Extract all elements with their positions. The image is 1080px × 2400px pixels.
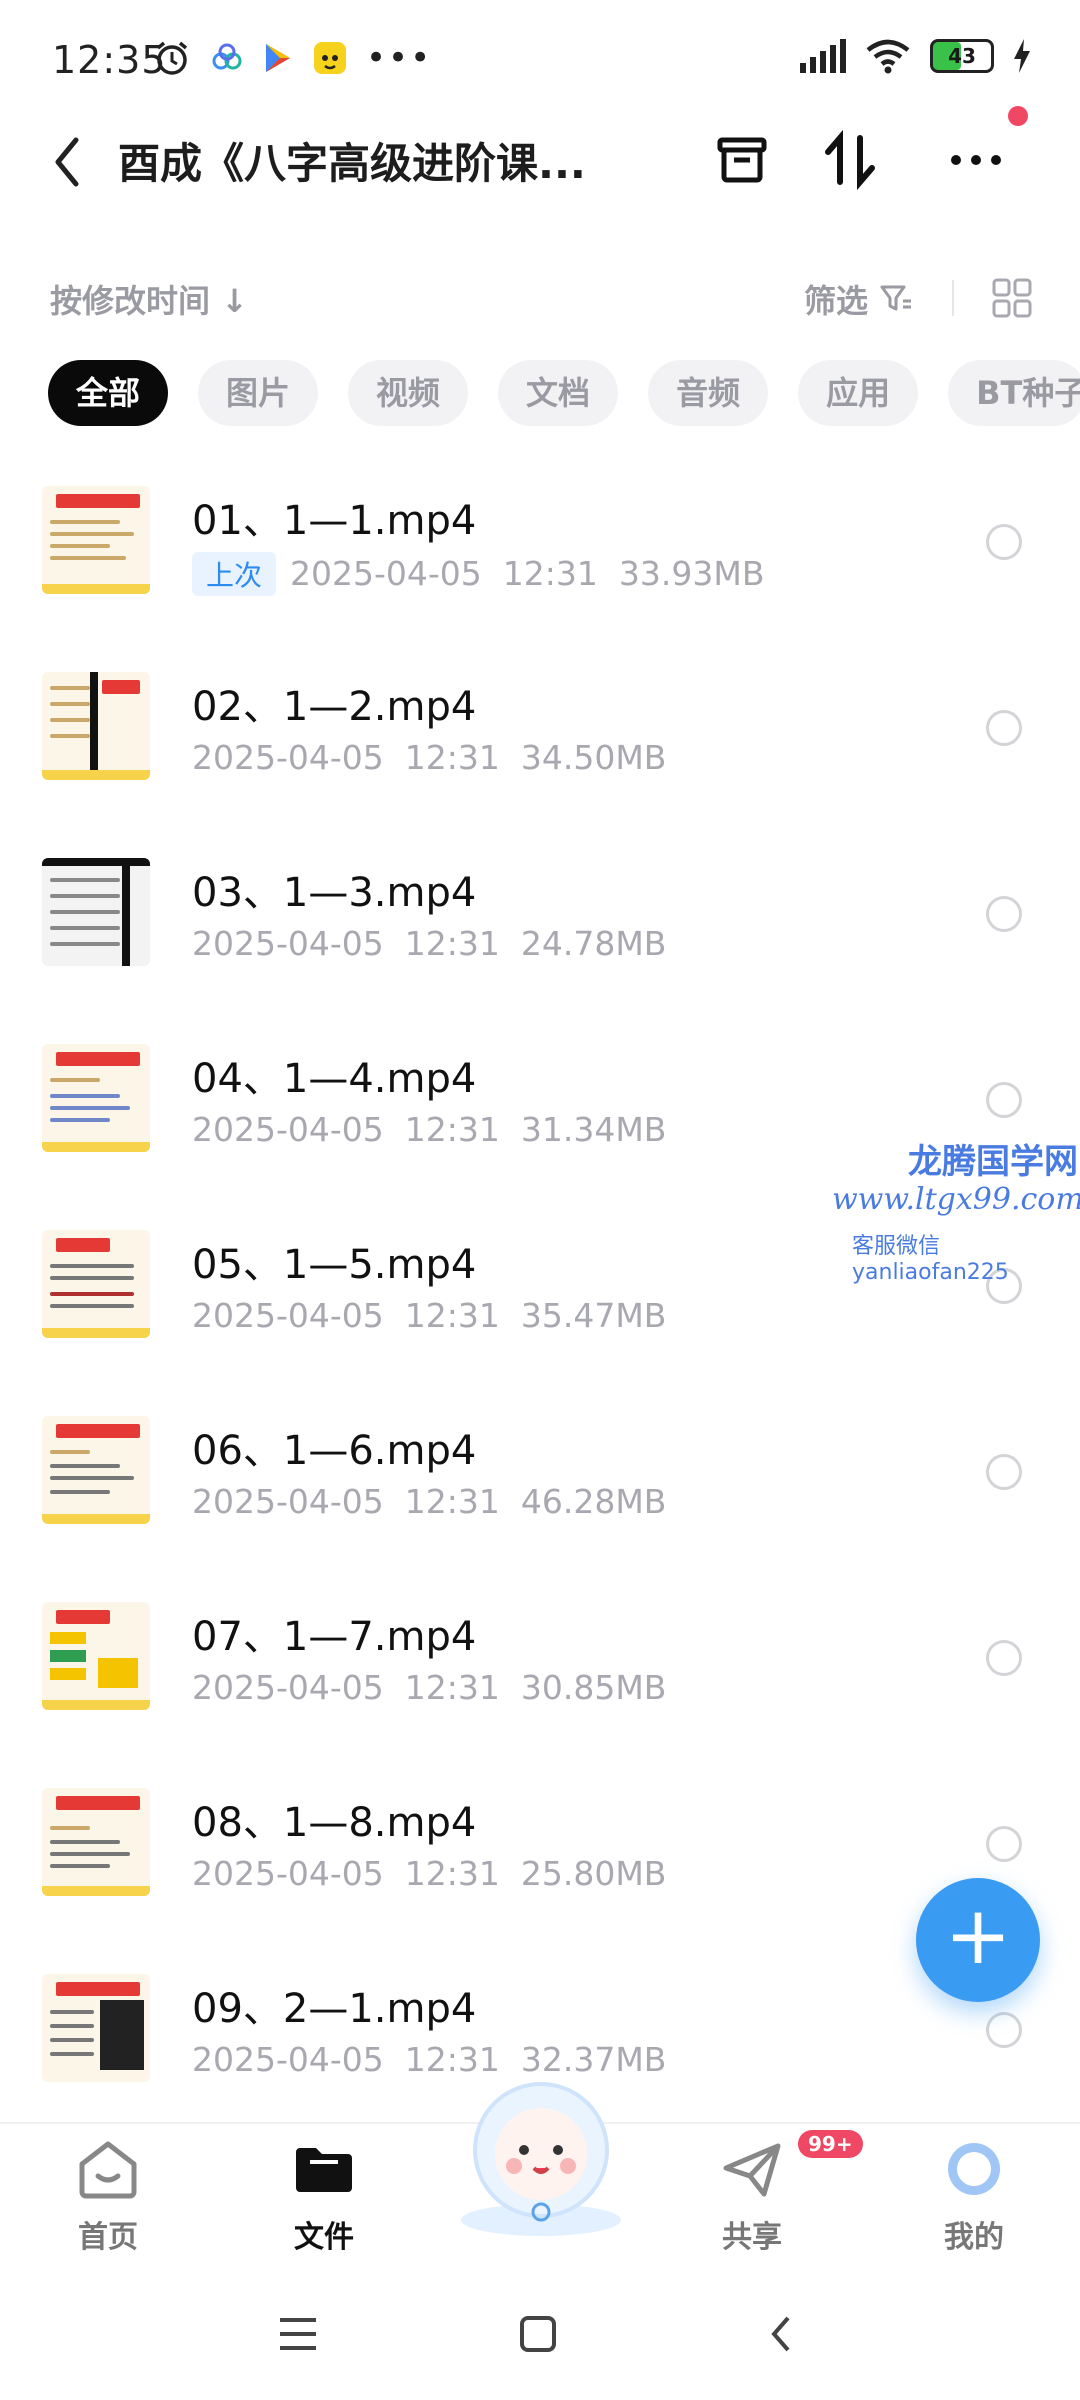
last-played-tag: 上次 bbox=[192, 552, 277, 596]
select-radio[interactable] bbox=[986, 710, 1022, 746]
status-notification-icons: ••• bbox=[152, 36, 432, 80]
file-meta: 2025-04-05 12:31 34.50MB bbox=[192, 738, 667, 777]
file-meta: 2025-04-05 12:31 30.85MB bbox=[192, 1668, 667, 1707]
nav-share[interactable]: 99+ 共享 bbox=[682, 2130, 863, 2256]
video-thumbnail bbox=[42, 1602, 150, 1710]
play-store-icon bbox=[266, 44, 290, 72]
video-thumbnail bbox=[42, 1974, 150, 2082]
alarm-icon bbox=[156, 41, 188, 75]
signal-icon bbox=[800, 39, 846, 73]
category-tabs: 全部 图片 视频 文档 音频 应用 BT种子 bbox=[48, 360, 1080, 426]
filter-button[interactable]: 筛选 bbox=[804, 276, 914, 322]
tab-all[interactable]: 全部 bbox=[48, 360, 169, 426]
video-thumbnail bbox=[42, 1416, 150, 1524]
grid-view-icon[interactable] bbox=[990, 276, 1034, 320]
send-plane-icon bbox=[723, 2143, 781, 2197]
nav-home[interactable]: 首页 bbox=[38, 2138, 178, 2256]
select-radio[interactable] bbox=[986, 1082, 1022, 1118]
file-meta: 2025-04-05 12:31 46.28MB bbox=[192, 1482, 667, 1521]
file-name: 03、1—3.mp4 bbox=[192, 870, 477, 916]
add-button[interactable]: + bbox=[916, 1878, 1040, 2002]
watermark-site-name: 龙腾国学网 bbox=[908, 1142, 1078, 1182]
nav-files-label: 文件 bbox=[294, 2220, 354, 2255]
list-item[interactable]: 07、1—7.mp4 2025-04-05 12:31 30.85MB bbox=[0, 1584, 1080, 1770]
avatar-icon bbox=[948, 2143, 1000, 2195]
file-name: 08、1—8.mp4 bbox=[192, 1800, 477, 1846]
list-item[interactable]: 01、1—1.mp4 上次 2025-04-05 12:31 33.93MB bbox=[0, 468, 1080, 654]
mascot-astronaut-icon[interactable] bbox=[446, 2072, 636, 2240]
charging-icon bbox=[1014, 39, 1030, 73]
more-menu-icon[interactable] bbox=[944, 128, 1008, 192]
status-bar: 12:35 ••• 43 bbox=[0, 0, 1080, 130]
nav-files[interactable]: 文件 bbox=[254, 2138, 394, 2256]
file-meta: 2025-04-05 12:31 31.34MB bbox=[192, 1110, 667, 1149]
tab-audio[interactable]: 音频 bbox=[648, 360, 769, 426]
nav-profile-label: 我的 bbox=[944, 2220, 1004, 2255]
status-time: 12:35 bbox=[52, 38, 167, 82]
home-button-icon[interactable] bbox=[518, 2314, 558, 2354]
video-thumbnail bbox=[42, 1230, 150, 1338]
filter-label: 筛选 bbox=[804, 282, 869, 320]
list-item[interactable]: 02、1—2.mp4 2025-04-05 12:31 34.50MB bbox=[0, 654, 1080, 840]
video-thumbnail bbox=[42, 486, 150, 594]
home-icon bbox=[79, 2141, 137, 2199]
wifi-icon bbox=[866, 39, 910, 74]
battery-indicator: 43 bbox=[930, 39, 994, 73]
video-thumbnail bbox=[42, 672, 150, 780]
yellow-app-icon bbox=[314, 42, 346, 74]
select-radio[interactable] bbox=[986, 896, 1022, 932]
file-name: 05、1—5.mp4 bbox=[192, 1242, 477, 1288]
select-radio[interactable] bbox=[986, 524, 1022, 560]
tab-bt-torrents[interactable]: BT种子 bbox=[948, 360, 1080, 426]
tab-apps[interactable]: 应用 bbox=[798, 360, 919, 426]
watermark-contact: 客服微信 yanliaofan225 bbox=[852, 1234, 1009, 1285]
list-item[interactable]: 03、1—3.mp4 2025-04-05 12:31 24.78MB bbox=[0, 840, 1080, 1026]
file-name: 06、1—6.mp4 bbox=[192, 1428, 477, 1474]
folder-title: 酉成《八字高级进阶课... bbox=[118, 139, 586, 188]
more-notifications-icon: ••• bbox=[366, 38, 433, 78]
file-name: 07、1—7.mp4 bbox=[192, 1614, 477, 1660]
share-count-badge: 99+ bbox=[798, 2130, 863, 2158]
toolbar-divider bbox=[952, 280, 954, 316]
folder-icon bbox=[296, 2148, 352, 2192]
file-meta: 2025-04-05 12:31 24.78MB bbox=[192, 924, 667, 963]
file-name: 01、1—1.mp4 bbox=[192, 498, 477, 544]
system-navigation-bar bbox=[0, 2270, 1080, 2400]
video-thumbnail bbox=[42, 858, 150, 966]
select-radio[interactable] bbox=[986, 1454, 1022, 1490]
select-radio[interactable] bbox=[986, 1640, 1022, 1676]
recent-apps-icon[interactable] bbox=[276, 2314, 320, 2354]
select-radio[interactable] bbox=[986, 2012, 1022, 2048]
file-meta: 2025-04-05 12:31 25.80MB bbox=[192, 1854, 667, 1893]
video-thumbnail bbox=[42, 1044, 150, 1152]
file-name: 02、1—2.mp4 bbox=[192, 684, 477, 730]
nav-share-label: 共享 bbox=[722, 2220, 782, 2255]
status-right-icons: 43 bbox=[800, 38, 1032, 74]
file-name: 09、2—1.mp4 bbox=[192, 1986, 477, 2032]
tab-images[interactable]: 图片 bbox=[198, 360, 319, 426]
back-button-icon[interactable] bbox=[766, 2314, 796, 2354]
list-item[interactable]: 06、1—6.mp4 2025-04-05 12:31 46.28MB bbox=[0, 1398, 1080, 1584]
sort-by-modified-time[interactable]: 按修改时间 ↓ bbox=[50, 276, 248, 322]
cloud-app-icon bbox=[212, 43, 242, 70]
transfer-icon[interactable] bbox=[818, 128, 882, 192]
video-thumbnail bbox=[42, 1788, 150, 1896]
tab-videos[interactable]: 视频 bbox=[348, 360, 469, 426]
archive-icon[interactable] bbox=[710, 128, 774, 192]
tab-documents[interactable]: 文档 bbox=[498, 360, 619, 426]
nav-home-label: 首页 bbox=[78, 2220, 138, 2255]
notification-dot bbox=[1008, 106, 1028, 126]
nav-profile[interactable]: 我的 bbox=[904, 2138, 1044, 2256]
watermark-url: www.ltgx99.com bbox=[832, 1182, 1080, 1217]
select-radio[interactable] bbox=[986, 1826, 1022, 1862]
file-meta: 上次 2025-04-05 12:31 33.93MB bbox=[192, 552, 764, 596]
file-meta: 2025-04-05 12:31 35.47MB bbox=[192, 1296, 667, 1335]
filter-icon bbox=[880, 285, 912, 311]
back-arrow-icon[interactable] bbox=[48, 132, 88, 192]
file-name: 04、1—4.mp4 bbox=[192, 1056, 477, 1102]
